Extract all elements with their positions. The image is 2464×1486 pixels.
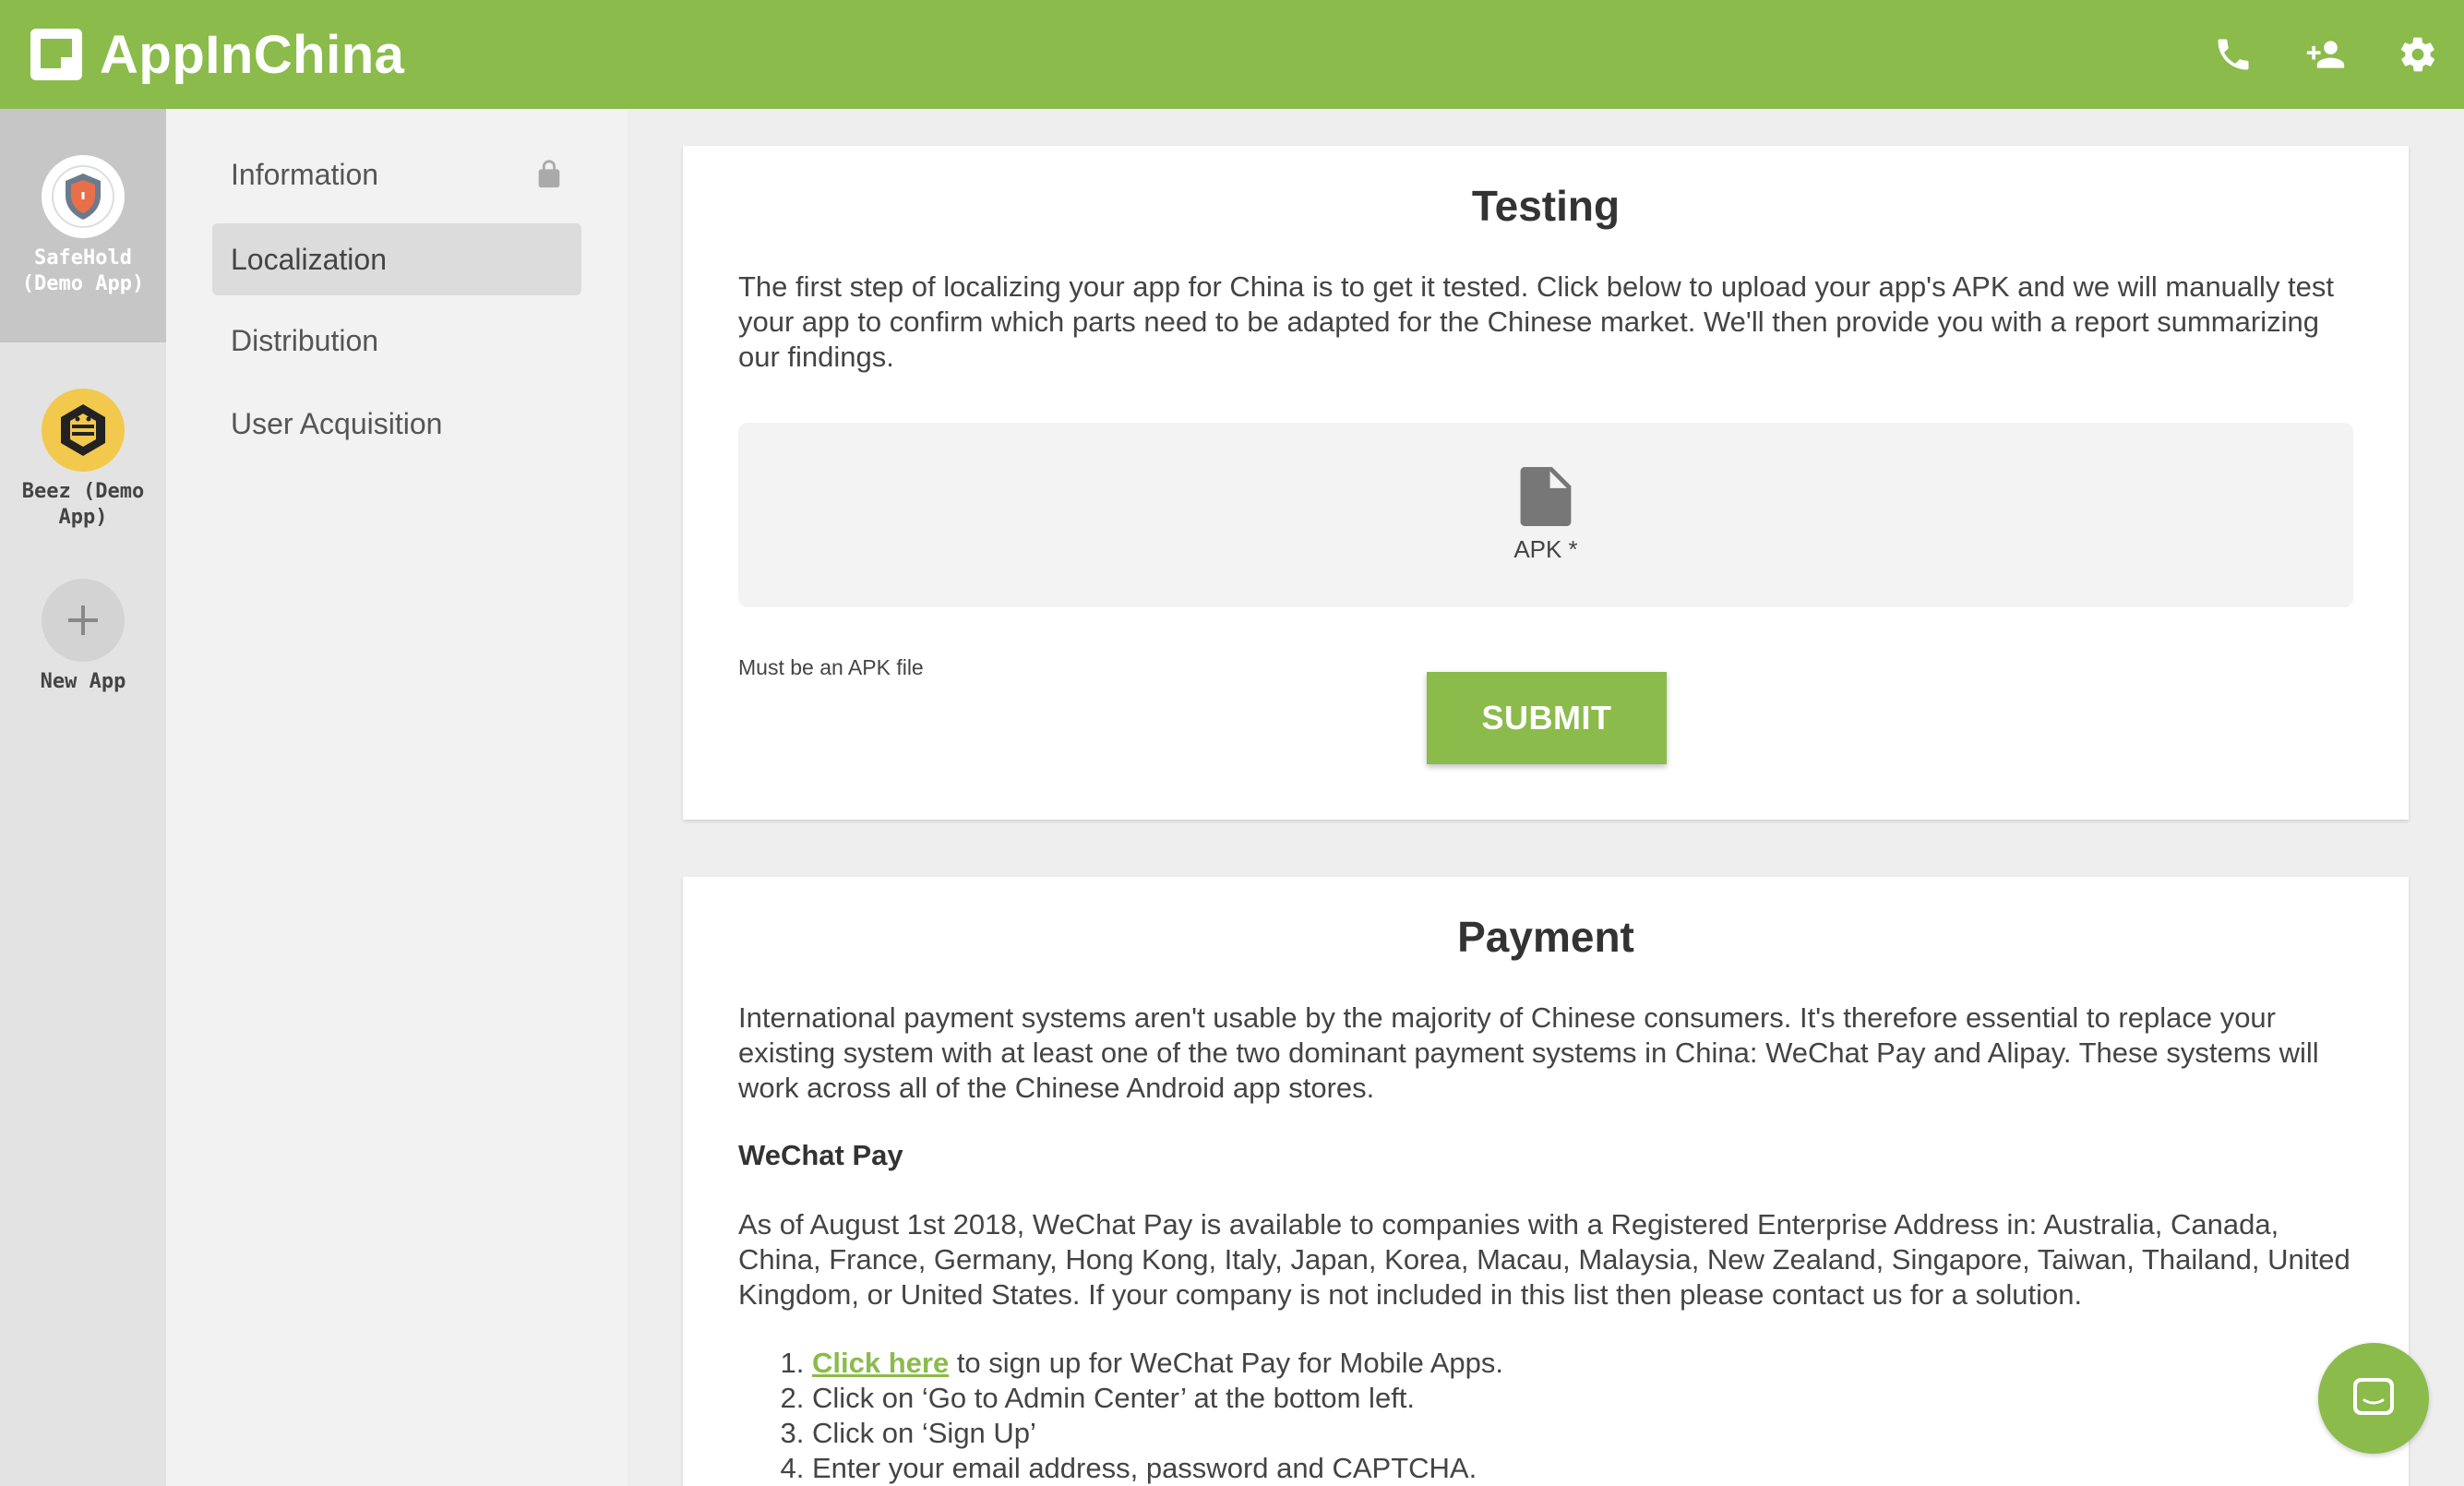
nav-item-label: Distribution xyxy=(231,323,379,357)
list-item: Enter your email address, password and C… xyxy=(812,1451,2381,1486)
nav-item-label: Information xyxy=(231,157,379,191)
step-text: to sign up for WeChat Pay for Mobile App… xyxy=(949,1347,1503,1379)
app-title: AppInChina xyxy=(100,24,405,85)
apk-hint: Must be an APK file xyxy=(738,655,924,679)
add-user-icon[interactable] xyxy=(2279,0,2372,109)
app-beez[interactable]: Beez (Demo App) xyxy=(0,342,166,531)
nav-item-label: User Acquisition xyxy=(231,406,443,440)
payment-card: Payment International payment systems ar… xyxy=(683,877,2409,1486)
chat-icon xyxy=(2353,1378,2394,1415)
phone-icon[interactable] xyxy=(2187,0,2279,109)
chat-button[interactable] xyxy=(2318,1343,2429,1454)
app-logo[interactable]: AppInChina xyxy=(28,24,404,86)
nav-item-information[interactable]: Information xyxy=(212,138,581,210)
nav-item-distribution[interactable]: Distribution xyxy=(212,305,581,377)
bee-icon xyxy=(61,404,105,456)
shield-icon xyxy=(52,165,114,228)
app-rail: SafeHold (Demo App) Beez (Demo App) New … xyxy=(0,109,166,1486)
lock-icon xyxy=(538,160,560,188)
testing-description: The first step of localizing your app fo… xyxy=(738,270,2335,373)
app-name: SafeHold (Demo App) xyxy=(21,246,145,295)
new-app-button[interactable]: New App xyxy=(0,531,166,695)
apk-dropzone[interactable]: APK * xyxy=(738,423,2353,607)
wechat-steps: Click here to sign up for WeChat Pay for… xyxy=(738,1346,2381,1486)
list-item: Click here to sign up for WeChat Pay for… xyxy=(812,1346,2381,1381)
nav-item-localization[interactable]: Localization xyxy=(212,223,581,295)
testing-card: Testing The first step of localizing you… xyxy=(683,146,2409,820)
new-app-label: New App xyxy=(40,670,126,693)
top-bar: AppInChina xyxy=(0,0,2464,109)
nav-item-user-acquisition[interactable]: User Acquisition xyxy=(212,388,581,460)
plus-icon xyxy=(42,579,125,662)
app-name: Beez (Demo App) xyxy=(21,480,145,529)
list-item: Click on ‘Go to Admin Center’ at the bot… xyxy=(812,1381,2381,1416)
submit-button[interactable]: SUBMIT xyxy=(1427,672,1667,764)
file-icon xyxy=(1520,466,1572,526)
beez-avatar xyxy=(42,389,125,472)
click-here-link[interactable]: Click here xyxy=(812,1347,949,1379)
logo-icon xyxy=(30,29,82,80)
app-safehold[interactable]: SafeHold (Demo App) xyxy=(0,109,166,342)
payment-intro: International payment systems aren't usa… xyxy=(738,1001,2319,1104)
wechat-pay-heading: WeChat Pay xyxy=(738,1139,903,1171)
settings-icon[interactable] xyxy=(2372,0,2464,109)
wechat-pay-text: As of August 1st 2018, WeChat Pay is ava… xyxy=(738,1208,2350,1311)
testing-title: Testing xyxy=(1471,182,1621,230)
apk-label: APK * xyxy=(1513,534,1578,563)
main-content: Testing The first step of localizing you… xyxy=(628,109,2464,1486)
list-item: Click on ‘Sign Up’ xyxy=(812,1416,2381,1451)
section-nav: Information Localization Distribution Us… xyxy=(166,109,628,1486)
safehold-avatar xyxy=(42,155,125,238)
nav-item-label: Localization xyxy=(231,242,387,276)
payment-title: Payment xyxy=(1457,913,1634,961)
